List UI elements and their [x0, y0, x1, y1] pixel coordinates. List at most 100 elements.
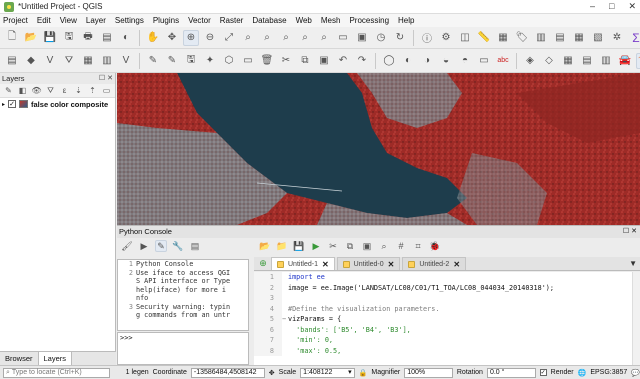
add-wms-icon[interactable]: V [118, 53, 134, 69]
menu-project[interactable]: Project [3, 16, 28, 25]
close-tab-icon[interactable]: ✕ [322, 260, 329, 269]
copy-features-icon[interactable]: ⧉ [297, 53, 313, 69]
tab-browser[interactable]: Browser [0, 352, 39, 365]
label-tool-icon[interactable]: ◯ [381, 53, 397, 69]
console-input[interactable]: >>> [117, 332, 249, 365]
uncomment-icon[interactable]: ⌗ [412, 240, 424, 252]
menu-plugins[interactable]: Plugins [153, 16, 179, 25]
menu-view[interactable]: View [60, 16, 77, 25]
remove-layer-icon[interactable]: ▭ [101, 85, 112, 96]
rotation-field[interactable]: 0.0 ° [486, 367, 536, 378]
tab-untitled-1[interactable]: Untitled-1 ✕ [271, 257, 335, 270]
console-dock-controls[interactable]: ☐ ✕ [623, 226, 637, 238]
menu-mesh[interactable]: Mesh [321, 16, 341, 25]
tab-list-dropdown-icon[interactable]: ▼ [629, 259, 637, 268]
tab-untitled-2[interactable]: Untitled-2 ✕ [402, 257, 467, 270]
temporal-controller-icon[interactable]: ◷ [373, 30, 389, 46]
magnifier-field[interactable]: 100% [404, 367, 453, 378]
table-tool-icon[interactable]: ▤ [579, 53, 595, 69]
map-tips-icon[interactable]: 🏷 [514, 30, 530, 46]
crs-status[interactable]: EPSG:3857 [590, 369, 627, 376]
maximize-button[interactable]: □ [609, 1, 614, 12]
menu-vector[interactable]: Vector [188, 16, 211, 25]
editor-scrollbar[interactable] [632, 272, 640, 365]
menu-help[interactable]: Help [398, 16, 414, 25]
label-change-icon[interactable]: ▭ [476, 53, 492, 69]
cut-features-icon[interactable]: ✂ [278, 53, 294, 69]
zoom-native-icon[interactable]: ⌕ [278, 30, 294, 46]
bookmark-icon[interactable]: ▥ [533, 30, 549, 46]
zoom-last-icon[interactable]: ⌕ [297, 30, 313, 46]
new-map-view-icon[interactable]: ▭ [335, 30, 351, 46]
paste-icon[interactable]: ▣ [361, 240, 373, 252]
add-vector-icon[interactable]: ◆ [23, 53, 39, 69]
zoom-layer-icon[interactable]: ⌕ [259, 30, 275, 46]
grid-tool-icon[interactable]: ▦ [560, 53, 576, 69]
new-project-icon[interactable]: 🗋 [4, 30, 20, 46]
menu-settings[interactable]: Settings [115, 16, 144, 25]
code-area[interactable]: 1 import ee 2 image = ee.Image('LANDSAT/LC… [254, 272, 632, 365]
settings-gear-icon[interactable]: ✲ [609, 30, 625, 46]
open-project-icon[interactable]: 📂 [23, 30, 39, 46]
visibility-eye-icon[interactable]: 👁 [31, 85, 42, 96]
filter-legend-icon[interactable]: ⛛ [45, 85, 56, 96]
save-script-icon[interactable]: 💾 [293, 240, 305, 252]
close-tab-icon[interactable]: ✕ [453, 260, 460, 269]
paste-features-icon[interactable]: ▣ [316, 53, 332, 69]
open-in-external-editor-icon[interactable]: 📁 [276, 240, 288, 252]
object-inspector-icon[interactable]: 🐞 [429, 240, 441, 252]
zoom-full-icon[interactable]: ⤢ [221, 30, 237, 46]
comment-icon[interactable]: # [395, 240, 407, 252]
open-attribute-table-icon[interactable]: ⚙ [438, 30, 454, 46]
abc-label-icon[interactable]: abc [495, 53, 511, 69]
delete-selected-icon[interactable]: 🗑 [259, 53, 275, 69]
modify-attributes-icon[interactable]: ▭ [240, 53, 256, 69]
scale-field[interactable]: 1:408122 ▾ [300, 367, 355, 378]
run-script-icon[interactable]: ▶ [310, 240, 322, 252]
tab-layers[interactable]: Layers [38, 352, 73, 365]
zoom-in-icon[interactable]: ⊕ [183, 29, 199, 46]
add-group-icon[interactable]: ◧ [17, 85, 28, 96]
annotation-icon[interactable]: ▦ [495, 30, 511, 46]
add-feature-icon[interactable]: ✦ [202, 53, 218, 69]
cell-tool-icon[interactable]: ▥ [598, 53, 614, 69]
select-features-icon[interactable]: ◫ [457, 30, 473, 46]
label-move-icon[interactable]: ◒ [438, 53, 454, 69]
minimize-button[interactable]: – [590, 1, 595, 12]
close-tab-icon[interactable]: ✕ [388, 260, 395, 269]
pan-to-selection-icon[interactable]: ✥ [164, 30, 180, 46]
python-console-icon[interactable]: 🐍 [636, 52, 640, 69]
filter-icon[interactable]: ⛛ [61, 53, 77, 69]
run-tab-icon[interactable]: ⊕ [257, 257, 269, 269]
zoom-next-icon[interactable]: ⌕ [316, 30, 332, 46]
layout-manager-icon[interactable]: ▤ [99, 30, 115, 46]
find-icon[interactable]: ⌕ [378, 240, 390, 252]
extents-toggle-icon[interactable]: ✥ [269, 369, 275, 377]
save-edits-icon[interactable]: 🖫 [183, 53, 199, 69]
clear-console-icon[interactable]: 🖌 [121, 240, 133, 252]
zoom-selection-icon[interactable]: ⌕ [240, 30, 256, 46]
open-script-icon[interactable]: 📂 [259, 240, 271, 252]
print-layout-icon[interactable]: 🖶 [80, 30, 96, 46]
label-rotate-icon[interactable]: ◓ [457, 53, 473, 69]
pan-icon[interactable]: ✋ [145, 30, 161, 46]
vertex-tool-icon[interactable]: ⬡ [221, 53, 237, 69]
locator-search-input[interactable]: ⌕ Type to locate (Ctrl+K) [3, 367, 110, 378]
console-help-icon[interactable]: ▤ [189, 240, 201, 252]
undo-icon[interactable]: ↶ [335, 53, 351, 69]
new-3d-view-icon[interactable]: ▣ [354, 30, 370, 46]
node-tool-icon[interactable]: ◈ [522, 53, 538, 69]
map-canvas[interactable] [117, 73, 640, 225]
menu-raster[interactable]: Raster [220, 16, 244, 25]
lock-scale-icon[interactable]: 🔒 [359, 369, 368, 377]
plugin-car-icon[interactable]: 🚘 [617, 53, 633, 69]
edit-pencil-icon[interactable]: ✎ [145, 53, 161, 69]
style-layer-icon[interactable]: ✎ [3, 85, 14, 96]
add-layer-icon[interactable]: ▥ [99, 53, 115, 69]
messages-icon[interactable]: 💬 [631, 369, 640, 377]
refresh-icon[interactable]: ↻ [392, 30, 408, 46]
menu-edit[interactable]: Edit [37, 16, 51, 25]
expand-all-icon[interactable]: ⇣ [73, 85, 84, 96]
save-as-icon[interactable]: 🖫 [61, 30, 77, 46]
identify-icon[interactable]: ⓘ [419, 30, 435, 46]
